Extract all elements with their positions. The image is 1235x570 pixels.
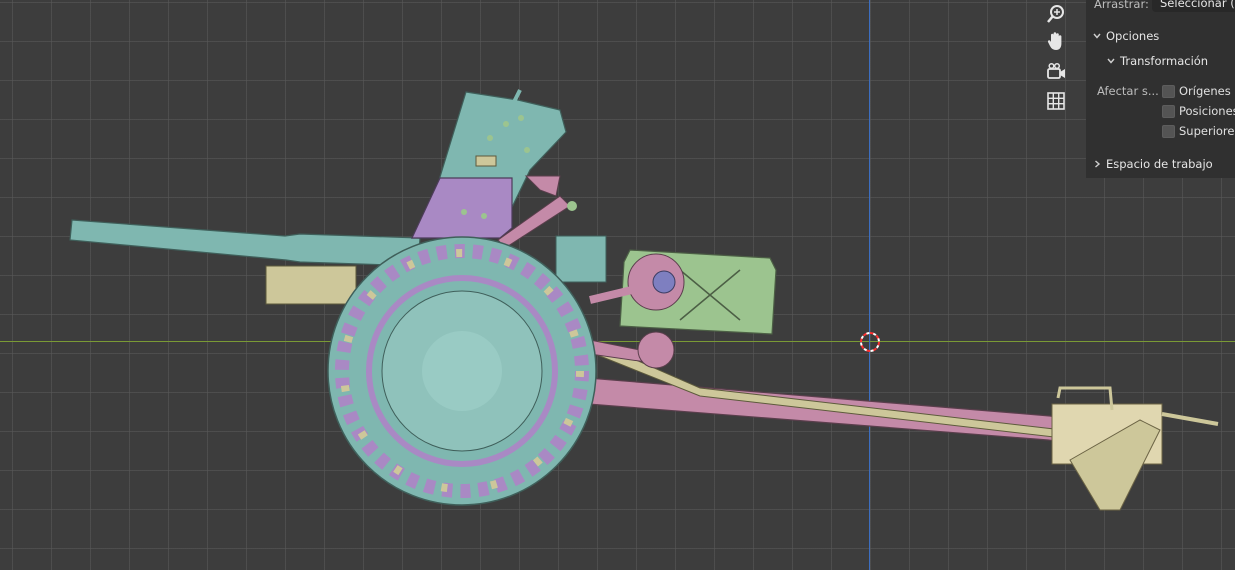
chevron-right-icon [1095, 160, 1101, 168]
checkbox-label: Posiciones [1179, 104, 1235, 118]
zoom-icon[interactable] [1041, 0, 1071, 28]
camera-view-icon[interactable] [1041, 57, 1071, 85]
checkbox-label: Superiores [1179, 124, 1235, 138]
checkbox[interactable] [1162, 104, 1175, 118]
transform-label: Transformación [1120, 54, 1209, 68]
options-label: Opciones [1106, 29, 1160, 43]
orthographic-grid-icon[interactable] [1041, 87, 1071, 115]
options-header[interactable]: Opciones [1092, 29, 1159, 43]
3d-cursor[interactable] [860, 332, 880, 352]
checkbox-origins[interactable]: Orígenes [1162, 84, 1231, 98]
artillery-gun-model[interactable] [0, 0, 1235, 570]
pan-hand-icon[interactable] [1041, 27, 1071, 55]
gun-lower-shield[interactable] [589, 249, 777, 335]
drag-label: Arrastrar: [1094, 0, 1149, 11]
transform-header[interactable]: Transformación [1106, 54, 1208, 68]
checkbox[interactable] [1162, 84, 1175, 98]
affect-only-label: Afectar s... [1097, 84, 1159, 98]
checkbox-locations[interactable]: Posiciones [1162, 104, 1235, 118]
checkbox-parents[interactable]: Superiores [1162, 124, 1235, 138]
tool-settings-panel: Arrastrar: Seleccionar (... Opciones Tra… [1086, 0, 1235, 178]
chevron-down-icon [1093, 33, 1101, 39]
3d-viewport[interactable] [0, 0, 1235, 570]
workspace-header[interactable]: Espacio de trabajo [1092, 157, 1213, 171]
gun-trail[interactable] [587, 331, 1219, 511]
checkbox-label: Orígenes [1179, 84, 1231, 98]
workspace-label: Espacio de trabajo [1106, 157, 1213, 171]
checkbox[interactable] [1162, 124, 1175, 138]
gun-wheel[interactable] [327, 236, 597, 506]
chevron-down-icon [1107, 58, 1115, 64]
drag-select-dropdown[interactable]: Seleccionar (... [1152, 0, 1235, 12]
